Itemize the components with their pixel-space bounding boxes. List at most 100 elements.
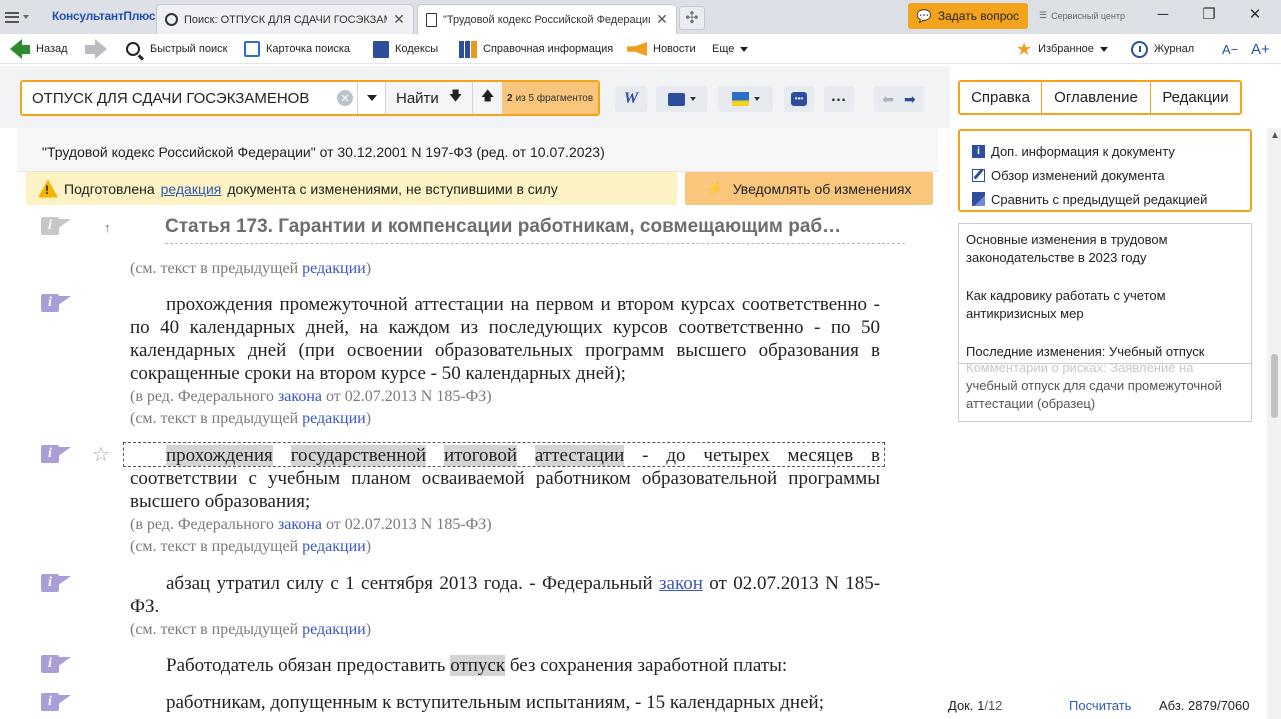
export-word-button[interactable]: W xyxy=(615,86,647,112)
print-button[interactable] xyxy=(656,86,707,112)
news-button[interactable]: Новости xyxy=(627,38,696,60)
toolbar: Назад Быстрый поиск Карточка поиска Коде… xyxy=(0,34,1281,64)
prev-edition-link[interactable]: редакции xyxy=(302,260,366,277)
paragraph: абзац утратил силу с 1 сентября 2013 год… xyxy=(130,572,880,618)
status-bar: Док. 1/12 Посчитать Абз. 2879/7060 xyxy=(948,696,1281,716)
quick-search-label: Быстрый поиск xyxy=(150,43,228,55)
scrollbar[interactable]: ▲ xyxy=(1267,128,1281,719)
favorites-button[interactable]: ★ Избранное xyxy=(1016,38,1108,60)
extra-info-link[interactable]: i Доп. информация к документу xyxy=(972,139,1250,163)
prev-edition-link[interactable]: редакции xyxy=(302,621,366,638)
info-icon[interactable]: i xyxy=(41,655,71,673)
changes-review-link[interactable]: Обзор изменений документа xyxy=(972,163,1250,187)
note-text: ) xyxy=(365,538,372,555)
app-logo[interactable]: КонсультантПлюс xyxy=(52,9,156,23)
codes-button[interactable]: Кодексы xyxy=(373,38,438,60)
news-item[interactable]: Основные изменения в трудовом законодате… xyxy=(966,231,1246,267)
chevron-up-icon[interactable]: ▲ xyxy=(1270,130,1280,141)
main-menu-button[interactable] xyxy=(5,7,41,27)
info-icon[interactable]: i xyxy=(41,693,71,711)
more-icon: … xyxy=(830,87,848,105)
new-tab-button[interactable]: ✣ xyxy=(679,6,705,30)
paragraph-text: Работодатель обязан предоставить xyxy=(166,655,446,676)
close-icon[interactable]: ✕ xyxy=(393,11,405,28)
back-button[interactable]: Назад xyxy=(10,38,68,60)
info-icon: i xyxy=(972,144,985,158)
news-list: Основные изменения в трудовом законодате… xyxy=(959,224,1251,364)
prev-edition-link[interactable]: редакции xyxy=(302,410,366,427)
search-icon xyxy=(165,13,178,26)
journal-button[interactable]: Журнал xyxy=(1131,38,1194,60)
scroll-thumb[interactable] xyxy=(1271,354,1278,418)
info-icon[interactable]: i xyxy=(41,445,71,463)
tab-editions[interactable]: Редакции xyxy=(1151,82,1240,113)
highlight-button[interactable] xyxy=(718,86,773,112)
history-icon xyxy=(1131,40,1148,58)
word-icon: W xyxy=(623,90,639,107)
edition-link[interactable]: редакция xyxy=(161,181,222,197)
find-prev-button[interactable]: 🡅 xyxy=(472,82,503,114)
comments-button[interactable]: ••• xyxy=(784,86,814,112)
tab-search[interactable]: Поиск: ОТПУСК ДЛЯ СДАЧИ ГОСЭКЗАМЕНОВ ✕ xyxy=(156,4,414,34)
arrow-right-icon[interactable]: ➡ xyxy=(904,91,916,108)
count-button[interactable]: Посчитать xyxy=(1069,698,1131,713)
law-link[interactable]: закон xyxy=(659,573,703,594)
search-history-dropdown[interactable] xyxy=(357,82,385,114)
arrow-up-icon: 🡅 xyxy=(481,88,495,103)
info-icon[interactable]: i xyxy=(41,574,71,592)
note-text: от 02.07.2013 N 185-ФЗ) xyxy=(325,388,492,405)
see-previous-edition: (см. текст в предыдущей редакции) xyxy=(130,619,371,641)
search-match: итоговой xyxy=(443,445,518,466)
fragment-total: из 5 фрагментов xyxy=(515,92,594,104)
more-menu-button[interactable]: Еще xyxy=(712,38,749,60)
see-previous-edition: (см. текст в предыдущей редакции) xyxy=(130,536,371,558)
news-item[interactable]: Комментарии о рисках: Заявление на учебн… xyxy=(966,360,1246,413)
hamburger-icon xyxy=(5,11,19,23)
reference-button[interactable]: Справочная информация xyxy=(459,38,613,60)
notify-changes-button[interactable]: ⚡ Уведомлять об изменениях xyxy=(685,172,933,205)
star-outline-icon[interactable]: ☆ xyxy=(92,442,110,467)
font-increase-button[interactable]: A+ xyxy=(1251,38,1270,60)
font-decrease-button[interactable]: A− xyxy=(1222,38,1238,60)
clear-icon[interactable]: ✕ xyxy=(337,90,353,106)
abz-total: /7060 xyxy=(1216,698,1250,713)
ask-question-button[interactable]: 💬 Задать вопрос xyxy=(908,3,1028,29)
search-card-button[interactable]: Карточка поиска xyxy=(244,38,350,60)
note-text: ) xyxy=(365,410,372,427)
compare-edition-link[interactable]: Сравнить с предыдущей редакцией xyxy=(972,187,1250,211)
search-input[interactable] xyxy=(22,82,337,114)
quick-search-button[interactable]: Быстрый поиск xyxy=(126,38,227,60)
news-item[interactable]: Как кадровику работать с учетом антикриз… xyxy=(966,287,1246,323)
service-center-link[interactable]: ☰ Сервисный центр xyxy=(1039,10,1125,21)
info-link-label: Доп. информация к документу xyxy=(991,143,1175,159)
arrow-down-icon: 🡇 xyxy=(448,88,463,103)
prev-edition-link[interactable]: редакции xyxy=(302,538,366,555)
tab-reference[interactable]: Справка xyxy=(960,82,1042,113)
info-link-label: Сравнить с предыдущей редакцией xyxy=(991,191,1208,207)
bolt-icon: ⚡ xyxy=(706,180,723,196)
tab-document[interactable]: "Трудовой кодекс Российской Федерации" ✕ xyxy=(417,4,677,34)
notify-label: Уведомлять об изменениях xyxy=(732,180,912,197)
close-icon[interactable]: ✕ xyxy=(656,11,668,28)
note-text: ) xyxy=(365,621,372,638)
document-toolbar: ✕ Найти 🡇 🡅 2 из 5 фрагментов W ••• … ⬅ … xyxy=(0,66,950,128)
paragraph: прохождения промежуточной аттестации на … xyxy=(130,294,880,384)
more-actions-button[interactable]: … xyxy=(824,86,854,112)
news-item[interactable]: Последние изменения: Учебный отпуск xyxy=(966,343,1246,361)
info-icon[interactable]: i xyxy=(41,294,71,312)
arrow-up-icon[interactable]: ↑ xyxy=(104,220,111,235)
tab-contents[interactable]: Оглавление xyxy=(1042,82,1151,113)
minimize-button[interactable]: ─ xyxy=(1146,4,1180,28)
news-item-text: учебный отпуск для сдачи промежуточной а… xyxy=(966,378,1222,411)
edition-note: (в ред. Федерального закона от 02.07.201… xyxy=(130,514,492,536)
close-window-button[interactable]: ✕ xyxy=(1238,4,1272,28)
law-link[interactable]: закона xyxy=(278,388,322,405)
search-match: государственной xyxy=(290,445,427,466)
right-panel-tabs: Справка Оглавление Редакции xyxy=(958,80,1242,115)
arrow-left-icon[interactable]: ⬅ xyxy=(882,91,894,108)
info-icon[interactable]: i xyxy=(41,217,71,235)
restore-button[interactable]: ❐ xyxy=(1192,4,1226,28)
forward-button[interactable] xyxy=(85,38,107,60)
law-link[interactable]: закона xyxy=(278,516,322,533)
find-next-button[interactable]: Найти 🡇 xyxy=(385,82,473,114)
